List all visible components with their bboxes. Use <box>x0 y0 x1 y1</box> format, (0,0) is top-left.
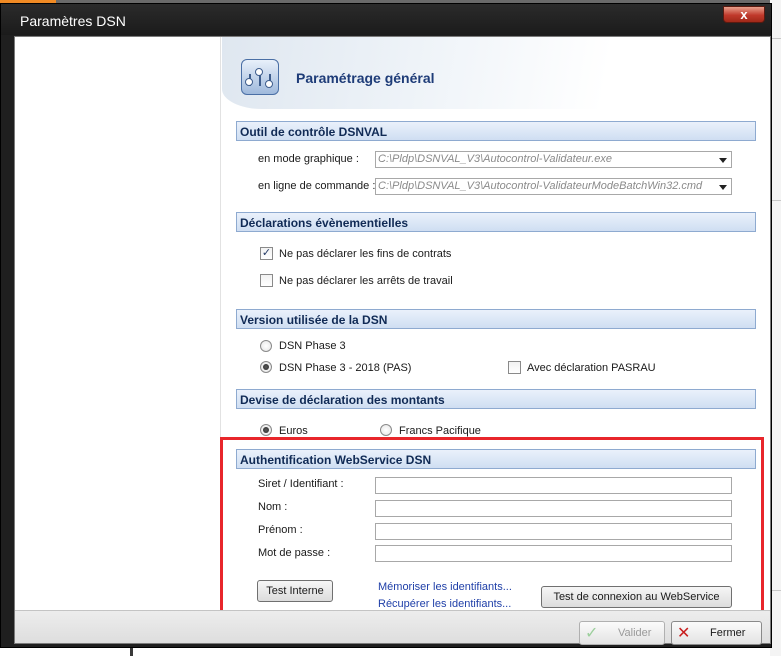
checkmark-icon: ✓ <box>261 247 272 259</box>
command-line-label: en ligne de commande : <box>258 180 376 192</box>
command-line-value: C:\Pldp\DSNVAL_V3\Autocontrol-Validateur… <box>378 180 703 192</box>
no-work-stoppage-checkbox[interactable] <box>260 274 273 287</box>
title-bar[interactable]: Paramètres DSN x <box>1 4 771 35</box>
dsn-phase3-2018-radio[interactable] <box>260 361 272 373</box>
graphical-mode-value: C:\Pldp\DSNVAL_V3\Autocontrol-Validateur… <box>378 153 612 165</box>
checkmark-icon: ✓ <box>585 625 599 642</box>
dsn-phase3-radio[interactable] <box>260 340 272 352</box>
pasrau-label: Avec déclaration PASRAU <box>527 362 656 374</box>
page-title: Paramétrage général <box>296 70 435 86</box>
settings-sliders-icon <box>241 59 279 95</box>
dialog-client-area: Paramétrage général Outil de contrôle DS… <box>14 36 771 645</box>
section-version-header: Version utilisée de la DSN <box>236 309 756 329</box>
window-close-button[interactable]: x <box>723 6 765 23</box>
highlight-annotation-box <box>220 437 764 615</box>
validate-label: Valider <box>618 627 652 639</box>
close-label: Fermer <box>710 627 746 639</box>
dsn-phase3-2018-label: DSN Phase 3 - 2018 (PAS) <box>279 362 412 374</box>
command-line-combo[interactable]: C:\Pldp\DSNVAL_V3\Autocontrol-Validateur… <box>375 178 732 195</box>
window-title: Paramètres DSN <box>20 13 126 29</box>
validate-button[interactable]: ✓ Valider <box>579 621 665 645</box>
section-currency-header: Devise de déclaration des montants <box>236 389 756 409</box>
left-navigation-panel <box>15 37 221 610</box>
dialog-footer: ✓ Valider ✕ Fermer <box>15 610 770 645</box>
close-x-icon: ✕ <box>677 625 691 642</box>
graphical-mode-label: en mode graphique : <box>258 153 359 165</box>
chevron-down-icon[interactable] <box>719 158 727 163</box>
euros-label: Euros <box>279 425 308 437</box>
no-contract-end-checkbox[interactable]: ✓ <box>260 247 273 260</box>
pasrau-checkbox[interactable] <box>508 361 521 374</box>
no-work-stoppage-label: Ne pas déclarer les arrêts de travail <box>279 275 453 287</box>
no-contract-end-label: Ne pas déclarer les fins de contrats <box>279 248 452 260</box>
close-button[interactable]: ✕ Fermer <box>671 621 762 645</box>
dsn-phase3-label: DSN Phase 3 <box>279 340 346 352</box>
francs-pacifique-radio[interactable] <box>380 424 392 436</box>
chevron-down-icon[interactable] <box>719 185 727 190</box>
francs-pacifique-label: Francs Pacifique <box>399 425 481 437</box>
close-icon: x <box>740 7 748 22</box>
graphical-mode-combo[interactable]: C:\Pldp\DSNVAL_V3\Autocontrol-Validateur… <box>375 151 732 168</box>
dsn-settings-dialog: Paramètres DSN x Paramétrage général Out… <box>0 3 772 648</box>
euros-radio[interactable] <box>260 424 272 436</box>
section-dsnval-header: Outil de contrôle DSNVAL <box>236 121 756 141</box>
section-events-header: Déclarations évènementielles <box>236 212 756 232</box>
